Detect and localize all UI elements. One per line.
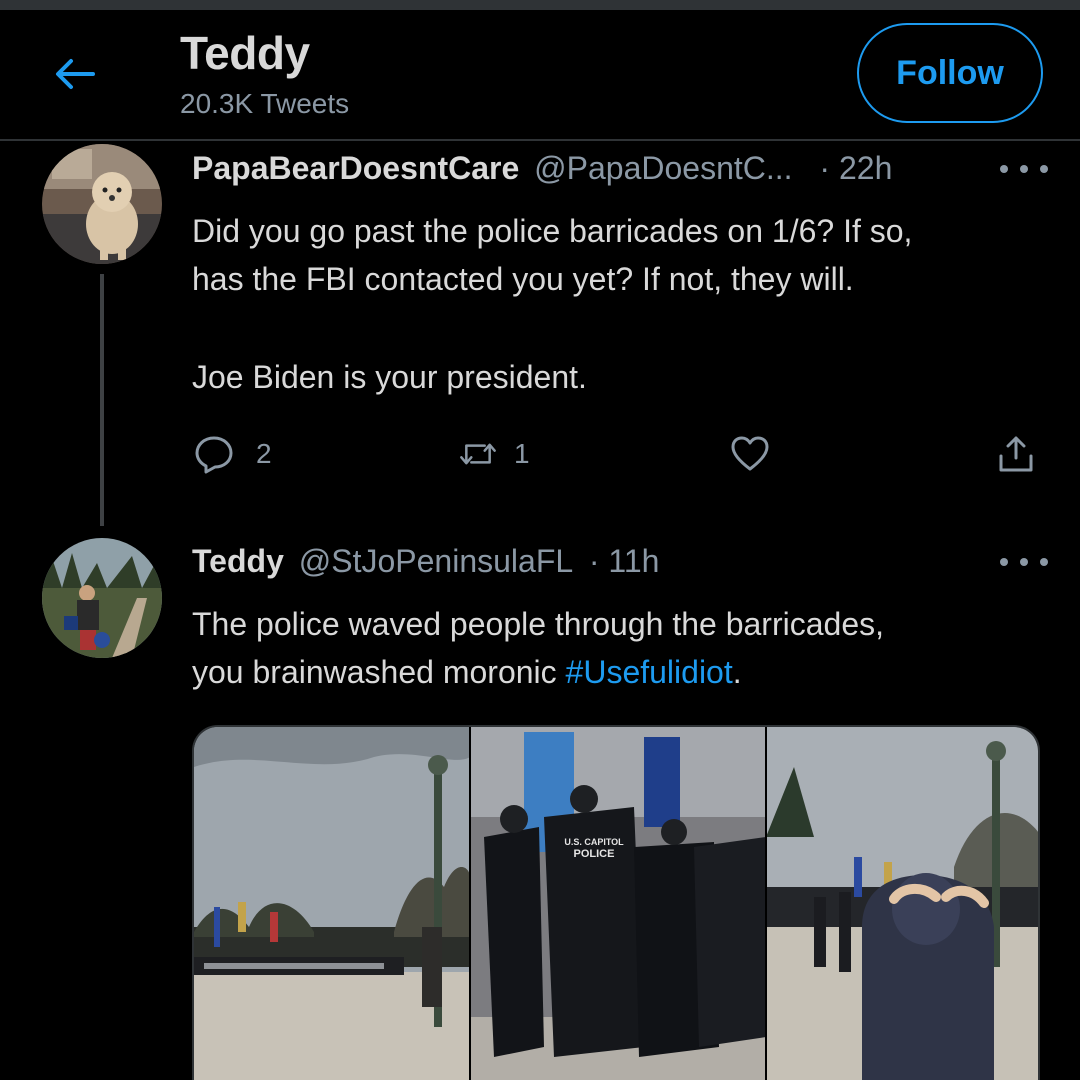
- dot-icon: [1000, 165, 1008, 173]
- police-badge-text: POLICE: [574, 848, 615, 860]
- dot-icon: [1040, 165, 1048, 173]
- retweet-count: 1: [514, 438, 530, 469]
- follow-button[interactable]: Follow: [857, 23, 1043, 123]
- media-panel: [766, 727, 1038, 1080]
- text-fragment: .: [732, 654, 742, 690]
- reply-header: PapaBearDoesntCare @PapaDoesntC... · 22h: [192, 150, 892, 187]
- avatar[interactable]: [42, 538, 162, 658]
- reply-button[interactable]: 2: [194, 432, 272, 476]
- tweet-time[interactable]: · 11h: [589, 543, 660, 579]
- arrow-left-icon: [56, 59, 95, 89]
- thread-connector: [100, 274, 104, 526]
- avatar[interactable]: [42, 144, 162, 264]
- more-options-button[interactable]: [1000, 157, 1048, 181]
- user-avatar-image: [42, 538, 162, 658]
- text-line: The police waved people through the barr…: [192, 606, 884, 642]
- reply-count: 2: [256, 438, 272, 469]
- tweet-media[interactable]: U.S. CAPITOL POLICE: [192, 725, 1040, 1080]
- status-bar: [0, 0, 1080, 10]
- author-handle[interactable]: @PapaDoesntC...: [534, 150, 792, 186]
- retweet-button[interactable]: 1: [458, 432, 530, 476]
- tweet-count: 20.3K Tweets: [180, 88, 350, 119]
- media-panel: [194, 727, 470, 1080]
- tweet-header: Teddy @StJoPeninsulaFL · 11h: [192, 543, 659, 580]
- tweet-text: The police waved people through the barr…: [192, 600, 884, 696]
- text-fragment: you brainwashed moronic: [192, 654, 566, 690]
- hashtag-link[interactable]: #Usefulidiot: [566, 654, 733, 690]
- retweet-icon: [460, 443, 496, 465]
- author-name[interactable]: Teddy: [192, 543, 284, 579]
- comment-icon: [195, 436, 233, 474]
- like-icon: [731, 436, 769, 471]
- dot-icon: [1020, 165, 1028, 173]
- dot-icon: [1000, 558, 1008, 566]
- text-line: you brainwashed moronic #Usefulidiot.: [192, 648, 884, 696]
- share-icon: [999, 436, 1033, 472]
- share-button[interactable]: [996, 432, 1036, 476]
- like-button[interactable]: [730, 432, 770, 476]
- dog-avatar-image: [42, 144, 162, 264]
- page-title: Teddy: [180, 27, 310, 79]
- dot-icon: [1020, 558, 1028, 566]
- text-line: Joe Biden is your president.: [192, 359, 587, 395]
- text-line: has the FBI contacted you yet? If not, t…: [192, 261, 854, 297]
- text-line: Did you go past the police barricades on…: [192, 213, 913, 249]
- media-panel: U.S. CAPITOL POLICE: [470, 727, 766, 1080]
- more-options-button[interactable]: [1000, 550, 1048, 574]
- dot-icon: [1040, 558, 1048, 566]
- police-badge-text: U.S. CAPITOL: [564, 837, 624, 847]
- media-collage: U.S. CAPITOL POLICE: [194, 727, 1038, 1080]
- author-handle[interactable]: @StJoPeninsulaFL: [299, 543, 572, 579]
- profile-header: Teddy 20.3K Tweets Follow: [0, 10, 1080, 141]
- tweet-time[interactable]: · 22h: [819, 150, 892, 186]
- back-button[interactable]: [50, 54, 100, 94]
- reply-text: Did you go past the police barricades on…: [192, 207, 912, 401]
- author-name[interactable]: PapaBearDoesntCare: [192, 150, 519, 186]
